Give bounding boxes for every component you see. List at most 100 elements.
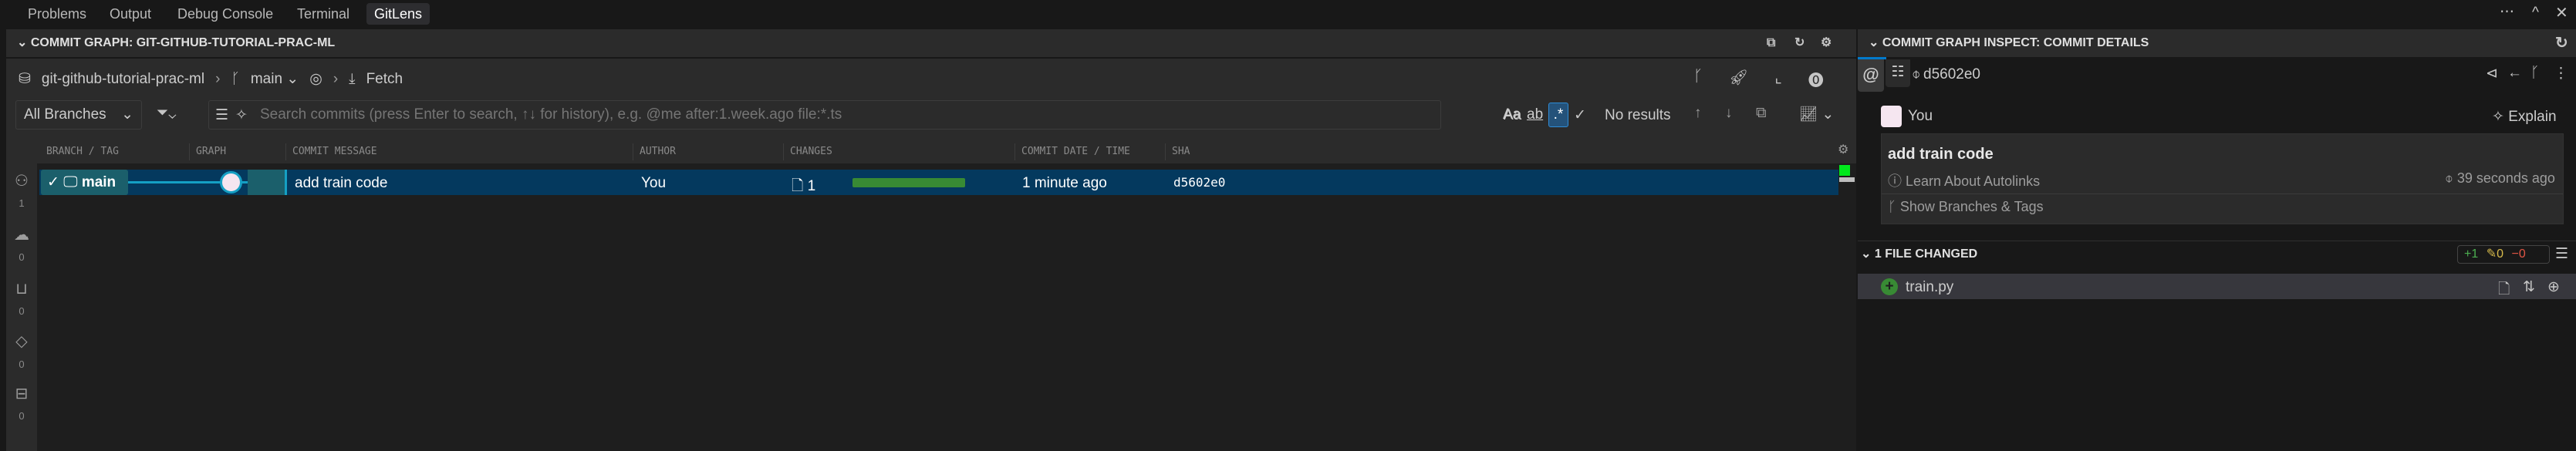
graph-details-tab[interactable]: ☷ <box>1886 59 1910 87</box>
files-changed-header[interactable]: ⌄ 1 FILE CHANGED <box>1861 245 1977 264</box>
open-file-icon[interactable]: 🗋︎ <box>2498 278 2510 303</box>
more-actions-icon[interactable]: ⋮ <box>2554 65 2568 82</box>
graph-rows-area <box>37 163 1856 451</box>
list-view-icon[interactable]: ☰ <box>2555 245 2568 263</box>
worktrees-count: 0 <box>19 410 25 422</box>
more-icon[interactable]: ⋯ <box>2500 3 2514 21</box>
branch-picker[interactable]: main ⌄ <box>251 68 299 91</box>
tab-output[interactable]: Output <box>102 3 159 25</box>
launchpad-icon[interactable]: 🚀︎ <box>1729 68 1748 90</box>
search-input[interactable] <box>260 104 1224 126</box>
back-icon[interactable]: ← <box>2507 65 2522 82</box>
info-icon: ⓘ <box>1888 173 1902 189</box>
author-name: You <box>1908 108 1933 124</box>
commit-sha: d5602e0 <box>1173 175 1226 190</box>
next-result-icon[interactable]: ↓ <box>1725 105 1733 122</box>
minimap-chart-icon[interactable]: 📈︎ ⌄ <box>1799 105 1834 123</box>
panel-title: COMMIT GRAPH INSPECT: COMMIT DETAILS <box>1882 36 2149 49</box>
author-avatar <box>220 171 242 194</box>
gear-icon[interactable]: ⚙ <box>1821 29 1832 57</box>
target-icon[interactable]: ◎ <box>309 68 322 91</box>
search-box[interactable]: ☰ ✧ Aa <box>208 100 1521 130</box>
chevron-right-icon: › <box>333 71 339 87</box>
whole-word-toggle[interactable]: ab <box>1527 106 1543 123</box>
open-results-icon[interactable]: ⧉ <box>1756 105 1767 122</box>
stash-icon[interactable]: ⊔ <box>6 279 37 298</box>
author-avatar <box>1881 106 1902 127</box>
maximize-panel-icon[interactable]: ^ <box>2532 5 2539 22</box>
branch-icon: ᚴ <box>1888 199 1896 214</box>
gitlens-icon[interactable]: ⓿ <box>1808 68 1824 90</box>
sparkle-icon[interactable]: ✧ <box>235 106 248 124</box>
computer-icon: 🖵︎ <box>63 174 78 190</box>
cloud-icon[interactable]: ☁ <box>6 225 37 244</box>
refresh-icon[interactable]: ↻ <box>1794 29 1805 57</box>
chevron-right-icon: › <box>215 71 221 87</box>
commit-details-tab[interactable]: @ <box>1858 59 1884 92</box>
graph-toolbar: ⛁ git-github-tutorial-prac-ml › ᚴ main ⌄… <box>19 68 403 91</box>
column-commit-message[interactable]: COMMIT MESSAGE <box>285 143 377 160</box>
previous-result-icon[interactable]: ↑ <box>1694 105 1702 122</box>
explain-button[interactable]: ✧ Explain <box>2492 108 2557 126</box>
regex-toggle[interactable]: .* <box>1548 103 1568 127</box>
graph-icon: ☷ <box>1891 64 1905 80</box>
tag-icon[interactable]: ◇ <box>6 332 37 351</box>
column-header-row <box>6 137 1856 163</box>
table-row[interactable]: ✓ 🖵︎ main add train code You 🗋︎ 1 1 minu… <box>39 170 1838 195</box>
scrollbar-thumb[interactable] <box>1839 177 1855 182</box>
compare-icon[interactable]: ⇅ <box>2523 278 2535 296</box>
commit-graph-header[interactable]: ⌄ COMMIT GRAPH: GIT-GITHUB-TUTORIAL-PRAC… <box>6 29 1856 57</box>
commit-sha[interactable]: d5602e0 <box>1923 66 1980 83</box>
filter-icon[interactable]: ⏷⌄ <box>157 105 176 122</box>
pencil-icon: ✎ <box>2486 247 2497 261</box>
added-file-icon: + <box>1881 278 1898 295</box>
check-all-icon[interactable]: ✓ <box>1574 106 1586 124</box>
autolinks-link[interactable]: ⓘ Learn About Autolinks <box>1888 170 2040 190</box>
tab-terminal[interactable]: Terminal <box>289 3 357 25</box>
column-branch-tag[interactable]: BRANCH / TAG <box>40 143 119 160</box>
added-count: +1 <box>2464 247 2479 261</box>
stashes-count: 0 <box>19 305 25 317</box>
popout-icon[interactable]: ⧉ <box>1767 29 1775 57</box>
refresh-icon[interactable]: ↻ <box>2555 29 2568 57</box>
commit-message-box: add train code ⓘ Learn About Autolinks ⌽… <box>1881 133 2564 224</box>
search-mode-icon[interactable]: ☰ <box>215 106 228 124</box>
changes-bar <box>852 178 965 187</box>
fetch-button[interactable]: Fetch <box>366 68 403 91</box>
branch-filter-dropdown[interactable]: All Branches ⌄ <box>15 100 142 130</box>
branches-count: 1 <box>19 197 25 209</box>
graph-chart-icon[interactable]: ⌞ <box>1774 68 1781 90</box>
removed-count: 0 <box>2518 247 2526 261</box>
branches-icon[interactable]: ⚇ <box>6 171 37 190</box>
tab-gitlens[interactable]: GitLens <box>366 3 430 25</box>
pin-icon[interactable]: ⊲ <box>2486 65 2498 82</box>
file-icon: 🗋︎ <box>792 178 804 194</box>
tab-problems[interactable]: Problems <box>20 3 94 25</box>
globe-icon[interactable]: ⊕ <box>2547 278 2560 296</box>
match-case-toggle[interactable]: Aa <box>1503 106 1521 123</box>
scrollbar-marker <box>1839 165 1850 176</box>
column-commit-date[interactable]: COMMIT DATE / TIME <box>1015 143 1130 160</box>
show-branches-tags-link[interactable]: ᚴ Show Branches & Tags <box>1888 199 2044 215</box>
commit-message: add train code <box>295 175 388 191</box>
chevron-down-icon[interactable]: ⌄ <box>1869 36 1882 49</box>
commit-search-icon: @ <box>1862 65 1879 84</box>
file-row[interactable]: + train.py 🗋︎ ⇅ ⊕ <box>1858 274 2576 299</box>
open-in-graph-icon[interactable]: ᚴ <box>2530 65 2539 82</box>
remotes-count: 0 <box>19 251 25 263</box>
worktree-icon[interactable]: ⊟ <box>6 384 37 403</box>
tab-debug-console[interactable]: Debug Console <box>170 3 281 25</box>
chevron-down-icon[interactable]: ⌄ <box>17 36 31 49</box>
column-author[interactable]: AUTHOR <box>633 143 676 160</box>
commit-details-header[interactable]: ⌄ COMMIT GRAPH INSPECT: COMMIT DETAILS ↻ <box>1858 29 2576 57</box>
column-sha[interactable]: SHA <box>1165 143 1190 160</box>
create-branch-icon[interactable]: ᚴ <box>1693 68 1703 90</box>
branch-pill-main[interactable]: ✓ 🖵︎ main <box>41 170 128 195</box>
column-changes[interactable]: CHANGES <box>783 143 832 160</box>
column-settings-icon[interactable]: ⚙ <box>1838 142 1848 157</box>
fetch-icon: ⤓ <box>349 71 356 87</box>
repo-name[interactable]: git-github-tutorial-prac-ml <box>42 68 204 91</box>
file-name: train.py <box>1906 279 1954 295</box>
close-panel-icon[interactable]: ✕ <box>2555 3 2568 22</box>
column-graph[interactable]: GRAPH <box>189 143 226 160</box>
